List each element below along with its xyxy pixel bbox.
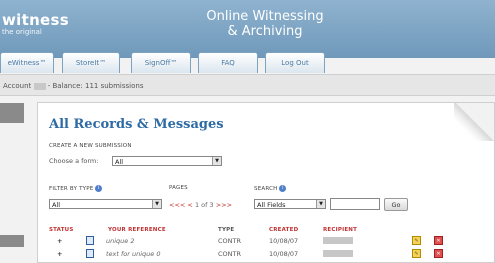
reference-column-header[interactable]: YOUR REFERENCE (108, 227, 166, 233)
tab-storeit[interactable]: StoreIt™ (62, 52, 120, 73)
tab-faq[interactable]: FAQ (198, 52, 258, 73)
search-field-value: All Fields (257, 201, 286, 209)
expand-icon[interactable]: + (57, 237, 62, 245)
tab-logout[interactable]: Log Out (265, 52, 325, 73)
table-row[interactable]: + text for unique 0 CONTR 10/08/07 ✎ ✕ (42, 248, 495, 260)
expand-icon[interactable]: + (57, 250, 62, 258)
left-sidebar-block (0, 103, 24, 123)
account-name (33, 82, 46, 90)
type-column-header[interactable]: TYPE (218, 227, 234, 233)
row-reference: text for unique 0 (106, 250, 161, 258)
page-curl-decoration (454, 103, 494, 141)
search-field-select[interactable]: All Fields ▼ (254, 199, 326, 209)
edit-icon[interactable]: ✎ (412, 236, 421, 245)
pager-next[interactable]: >>> (216, 201, 232, 209)
pager: <<< < 1 of 3 >>> (169, 201, 232, 209)
chevron-down-icon: ▼ (212, 157, 221, 165)
form-select[interactable]: All ▼ (112, 156, 222, 166)
go-button[interactable]: Go (384, 198, 408, 211)
account-label: Account (3, 82, 32, 90)
search-input[interactable] (330, 198, 380, 210)
filter-select-value: All (52, 201, 61, 209)
delete-icon[interactable]: ✕ (434, 236, 443, 245)
filter-type-select[interactable]: All ▼ (49, 199, 162, 209)
created-column-header[interactable]: CREATED (269, 227, 298, 233)
balance-text: - Balance: 111 submissions (47, 82, 144, 90)
tagline-line-2: & Archiving (227, 24, 303, 39)
row-recipient (323, 250, 353, 257)
search-label: SEARCH i (254, 185, 287, 192)
pager-pages: 1 of 3 (194, 201, 214, 209)
filter-type-text: FILTER BY TYPE (49, 186, 94, 192)
create-submission-label: CREATE A NEW SUBMISSION (49, 143, 132, 149)
choose-form-label: Choose a form: (49, 157, 99, 165)
site-tagline: Online Witnessing & Archiving (200, 9, 330, 39)
document-icon[interactable] (86, 249, 94, 258)
chevron-down-icon: ▼ (152, 200, 161, 208)
row-created: 10/08/07 (269, 237, 299, 245)
account-bar: Account - Balance: 111 submissions (0, 74, 495, 96)
form-select-value: All (115, 158, 124, 166)
logo-tagline: the original (2, 28, 42, 36)
search-label-text: SEARCH (254, 186, 278, 192)
tab-signoff[interactable]: SignOff™ (131, 52, 191, 73)
row-created: 10/08/07 (269, 250, 299, 258)
chevron-down-icon: ▼ (316, 200, 325, 208)
pager-prev[interactable]: <<< < (169, 201, 193, 209)
logo[interactable]: witness the original (2, 11, 69, 36)
recipient-column-header[interactable]: RECIPIENT (323, 227, 357, 233)
main-nav: eWitness™ StoreIt™ SignOff™ FAQ Log Out (0, 52, 495, 74)
table-row[interactable]: + unique 2 CONTR 10/08/07 ✎ ✕ (42, 235, 495, 247)
pages-label: PAGES (169, 185, 188, 191)
delete-icon[interactable]: ✕ (434, 249, 443, 258)
edit-icon[interactable]: ✎ (412, 249, 421, 258)
status-column-header[interactable]: STATUS (49, 227, 74, 233)
row-type: CONTR (218, 250, 242, 258)
tagline-line-1: Online Witnessing (206, 9, 324, 24)
document-icon[interactable] (86, 236, 94, 245)
row-reference: unique 2 (106, 237, 135, 245)
help-icon[interactable]: i (279, 185, 287, 192)
site-header: witness the original Online Witnessing &… (0, 0, 495, 58)
filter-type-label: FILTER BY TYPE i (49, 185, 103, 192)
left-sidebar-block-lower (0, 235, 24, 247)
page-title: All Records & Messages (49, 117, 224, 132)
help-icon[interactable]: i (95, 185, 103, 192)
records-panel: All Records & Messages CREATE A NEW SUBM… (37, 102, 495, 263)
row-recipient (323, 237, 353, 244)
tab-ewitness[interactable]: eWitness™ (0, 52, 54, 73)
logo-text: witness (2, 11, 69, 29)
row-type: CONTR (218, 237, 242, 245)
